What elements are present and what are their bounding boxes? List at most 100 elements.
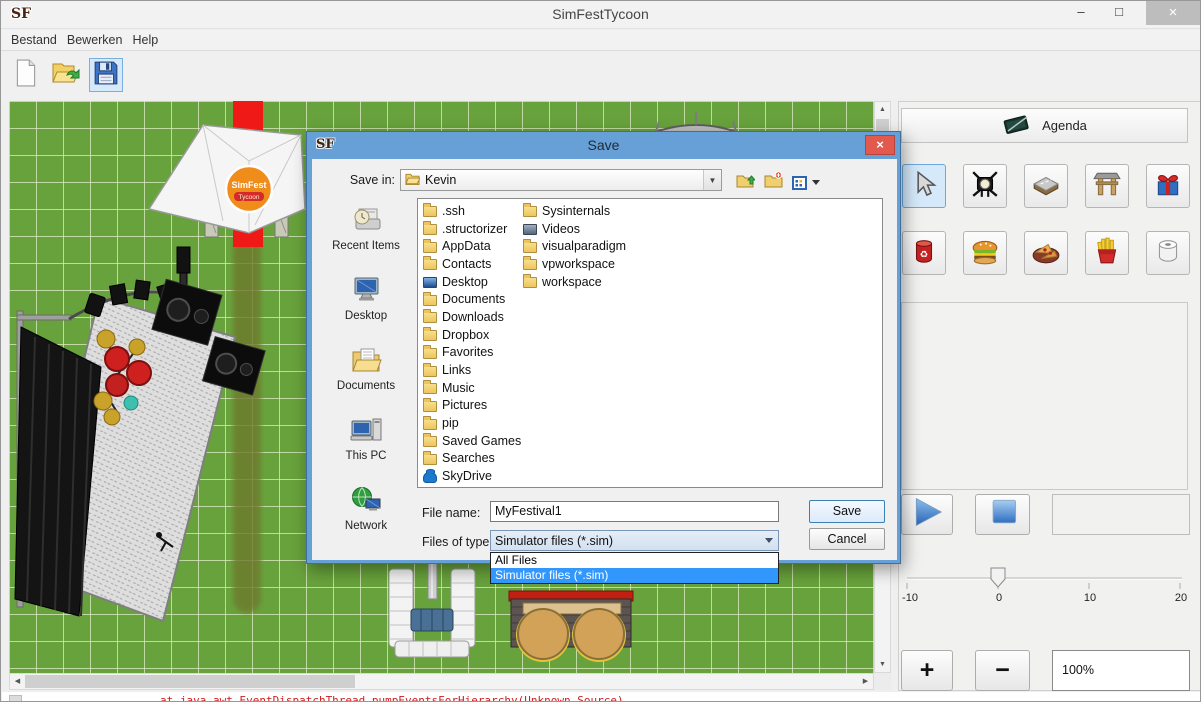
zoom-level-field[interactable]: 100%	[1052, 650, 1190, 691]
menu-bestand[interactable]: Bestand	[11, 33, 57, 47]
folder-item[interactable]: Searches	[420, 450, 520, 468]
slider-label-zero: 0	[996, 592, 1002, 604]
folder-item-icon	[423, 330, 437, 341]
folder-item-name: Favorites	[442, 345, 493, 359]
folder-item[interactable]: Pictures	[420, 397, 520, 415]
tool-gate[interactable]	[1085, 164, 1129, 208]
folder-item[interactable]: Documents	[420, 290, 520, 308]
recent-items-icon	[349, 205, 383, 238]
save-button[interactable]: Save	[809, 500, 885, 523]
folder-item[interactable]: Videos	[520, 220, 620, 238]
console-scrollbar-chip	[9, 695, 22, 702]
main-toolbar	[1, 52, 1200, 99]
svg-text:Tycoon: Tycoon	[239, 194, 260, 201]
dialog-toolbar	[736, 171, 820, 194]
folder-item[interactable]: SkyDrive	[420, 467, 520, 485]
open-file-button[interactable]	[49, 58, 83, 92]
folder-item-name: .structorizer	[442, 222, 507, 236]
folder-item[interactable]: Sysinternals	[520, 202, 620, 220]
stop-button[interactable]	[975, 494, 1030, 535]
maximize-button[interactable]: □	[1104, 1, 1134, 25]
horizontal-scroll-thumb[interactable]	[25, 675, 355, 688]
close-button[interactable]: ×	[1146, 1, 1200, 25]
view-menu-icon[interactable]	[792, 175, 820, 191]
folder-item[interactable]: vpworkspace	[520, 255, 620, 273]
folder-item[interactable]: pip	[420, 414, 520, 432]
place-documents[interactable]: Documents	[320, 341, 412, 411]
folder-item[interactable]: workspace	[520, 273, 620, 291]
file-name-input[interactable]: MyFestival1	[490, 501, 779, 522]
canvas-horizontal-scrollbar[interactable]: ◀ ▶	[9, 673, 874, 690]
new-folder-icon[interactable]	[764, 171, 783, 194]
agenda-label: Agenda	[1042, 118, 1087, 133]
file-type-dropdown-arrow-icon[interactable]	[765, 538, 773, 543]
save-in-combobox[interactable]: Kevin ▼	[400, 169, 722, 191]
cancel-button[interactable]: Cancel	[809, 528, 885, 550]
save-dialog-body: Save in: Kevin ▼	[312, 159, 897, 560]
place-recent-items[interactable]: Recent Items	[320, 201, 412, 271]
folder-item[interactable]: visualparadigm	[520, 237, 620, 255]
folder-item-icon	[423, 383, 437, 394]
tool-gift[interactable]	[1146, 164, 1190, 208]
folder-item-icon	[423, 224, 437, 235]
scroll-down-arrow-icon[interactable]: ▼	[875, 657, 890, 672]
tool-spotlight[interactable]	[963, 164, 1007, 208]
window-title: SimFestTycoon	[1, 6, 1200, 22]
folder-item[interactable]: .structorizer	[420, 220, 520, 238]
folder-item[interactable]: Saved Games	[420, 432, 520, 450]
view-menu-caret-icon	[812, 180, 820, 185]
folder-item[interactable]: .ssh	[420, 202, 520, 220]
folder-item[interactable]: Links	[420, 361, 520, 379]
folder-list[interactable]: .ssh .structorizer AppData Conta	[417, 198, 883, 488]
menu-bewerken[interactable]: Bewerken	[67, 33, 123, 47]
folder-item-icon	[523, 206, 537, 217]
folder-item[interactable]: AppData	[420, 237, 520, 255]
tool-fries[interactable]	[1085, 231, 1129, 275]
network-icon	[349, 485, 383, 518]
tool-burger[interactable]	[963, 231, 1007, 275]
dialog-close-button[interactable]: ×	[865, 135, 895, 155]
scroll-left-arrow-icon[interactable]: ◀	[10, 674, 25, 689]
place-this-pc[interactable]: This PC	[320, 411, 412, 481]
new-file-button[interactable]	[9, 58, 43, 92]
file-type-option[interactable]: All Files	[491, 553, 778, 568]
folder-item[interactable]: Music	[420, 379, 520, 397]
combo-dropdown-arrow-icon[interactable]: ▼	[703, 170, 721, 190]
file-type-combobox[interactable]: Simulator files (*.sim)	[490, 530, 779, 551]
zoom-out-button[interactable]: −	[975, 650, 1030, 691]
file-type-dropdown-list: All Files Simulator files (*.sim)	[490, 552, 779, 584]
folder-item-icon	[423, 242, 437, 253]
tool-toilet-paper[interactable]	[1146, 231, 1190, 275]
play-icon	[907, 496, 947, 533]
file-type-option[interactable]: Simulator files (*.sim)	[491, 568, 778, 583]
tool-pizza[interactable]	[1024, 231, 1068, 275]
folder-icon	[405, 172, 420, 188]
folder-item-name: vpworkspace	[542, 257, 615, 271]
place-network[interactable]: Network	[320, 481, 412, 551]
folder-item[interactable]: Dropbox	[420, 326, 520, 344]
up-one-level-icon[interactable]	[736, 171, 755, 194]
console-line: at java.awt.EventDispatchThread.pumpEven…	[2, 694, 1200, 702]
folder-item[interactable]: Favorites	[420, 344, 520, 362]
folder-item[interactable]: Contacts	[420, 255, 520, 273]
agenda-button[interactable]: Agenda	[901, 108, 1188, 143]
tool-trash-can[interactable]: ♻	[902, 231, 946, 275]
console-output: at java.awt.EventDispatchThread.pumpEven…	[2, 692, 1200, 702]
menu-help[interactable]: Help	[132, 33, 158, 47]
play-button[interactable]	[901, 494, 953, 535]
folder-item[interactable]: Desktop	[420, 273, 520, 291]
minimize-button[interactable]: –	[1066, 1, 1096, 25]
road-tile-icon	[1031, 169, 1061, 204]
scroll-right-arrow-icon[interactable]: ▶	[858, 674, 873, 689]
folder-item[interactable]: Downloads	[420, 308, 520, 326]
tool-cursor[interactable]	[902, 164, 946, 208]
speed-slider[interactable]	[900, 562, 1190, 592]
scroll-up-arrow-icon[interactable]: ▲	[875, 102, 890, 117]
save-file-button[interactable]	[89, 58, 123, 92]
tool-road-tile[interactable]	[1024, 164, 1068, 208]
save-floppy-icon	[93, 60, 119, 91]
zoom-in-button[interactable]: +	[901, 650, 953, 691]
place-desktop[interactable]: Desktop	[320, 271, 412, 341]
folder-item-icon	[523, 242, 537, 253]
slider-label-ten: 10	[1084, 592, 1096, 604]
